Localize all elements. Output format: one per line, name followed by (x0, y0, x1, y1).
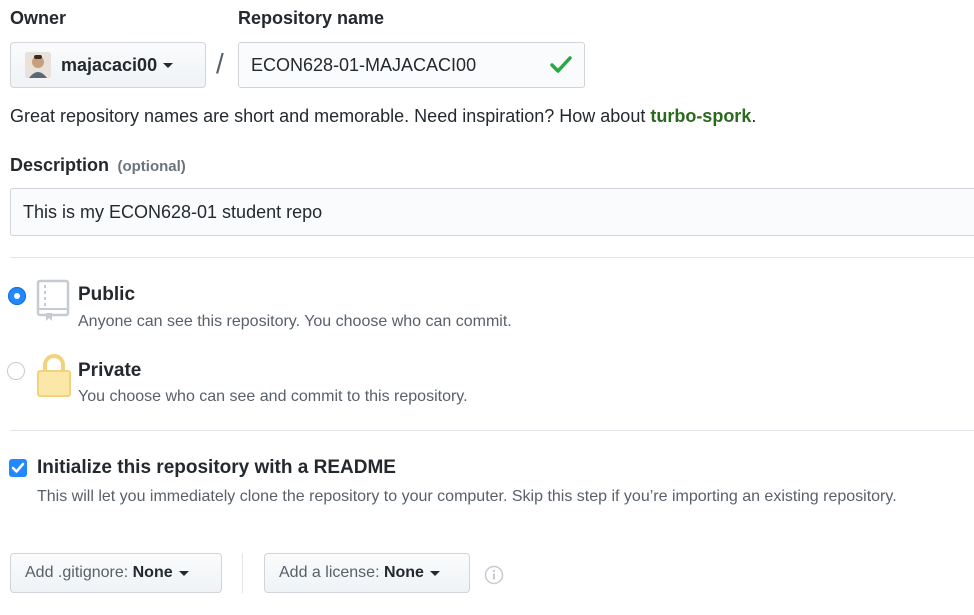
private-title: Private (78, 360, 142, 381)
license-select[interactable]: Add a license: None (264, 553, 470, 593)
optional-hint: (optional) (117, 158, 186, 175)
check-icon (550, 55, 572, 80)
readme-label: Initialize this repository with a README (37, 457, 396, 478)
license-prefix: Add a license: (279, 564, 384, 581)
owner-repo-separator: / (216, 48, 224, 79)
button-divider (242, 553, 243, 593)
description-label-text: Description (10, 155, 110, 175)
info-icon[interactable] (484, 565, 504, 590)
chevron-down-icon (178, 570, 189, 576)
lock-icon (36, 354, 72, 403)
repo-name-input[interactable]: ECON628-01-MAJACACI00 (238, 42, 585, 88)
suggestion-link[interactable]: turbo-spork (650, 106, 751, 126)
private-radio[interactable] (7, 362, 25, 380)
chevron-down-icon (429, 570, 440, 576)
gitignore-prefix: Add .gitignore: (25, 564, 133, 581)
hint-suffix: . (751, 106, 757, 126)
description-label: Description (optional) (10, 155, 186, 176)
public-radio[interactable] (8, 287, 26, 305)
gitignore-select[interactable]: Add .gitignore: None (10, 553, 222, 593)
repo-name-value: ECON628-01-MAJACACI00 (251, 54, 477, 75)
public-desc: Anyone can see this repository. You choo… (78, 313, 512, 330)
gitignore-value: None (132, 564, 173, 581)
check-icon (11, 462, 25, 473)
repo-name-hint: Great repository names are short and mem… (10, 106, 756, 127)
private-desc: You choose who can see and commit to thi… (78, 388, 468, 405)
owner-name: majacaci00 (61, 54, 158, 75)
license-value: None (383, 564, 424, 581)
owner-label: Owner (10, 8, 67, 28)
readme-checkbox[interactable] (9, 459, 27, 477)
hint-text: Great repository names are short and mem… (10, 106, 651, 126)
chevron-down-icon (163, 62, 174, 68)
owner-select[interactable]: majacaci00 (10, 42, 206, 88)
repo-book-icon (36, 279, 72, 328)
repo-name-label: Repository name (238, 8, 385, 28)
readme-desc: This will let you immediately clone the … (37, 488, 897, 505)
divider (10, 430, 974, 431)
description-value: This is my ECON628-01 student repo (23, 201, 323, 222)
divider (10, 257, 974, 258)
public-title: Public (78, 284, 136, 305)
description-input[interactable]: This is my ECON628-01 student repo (10, 188, 974, 236)
avatar (25, 52, 51, 78)
